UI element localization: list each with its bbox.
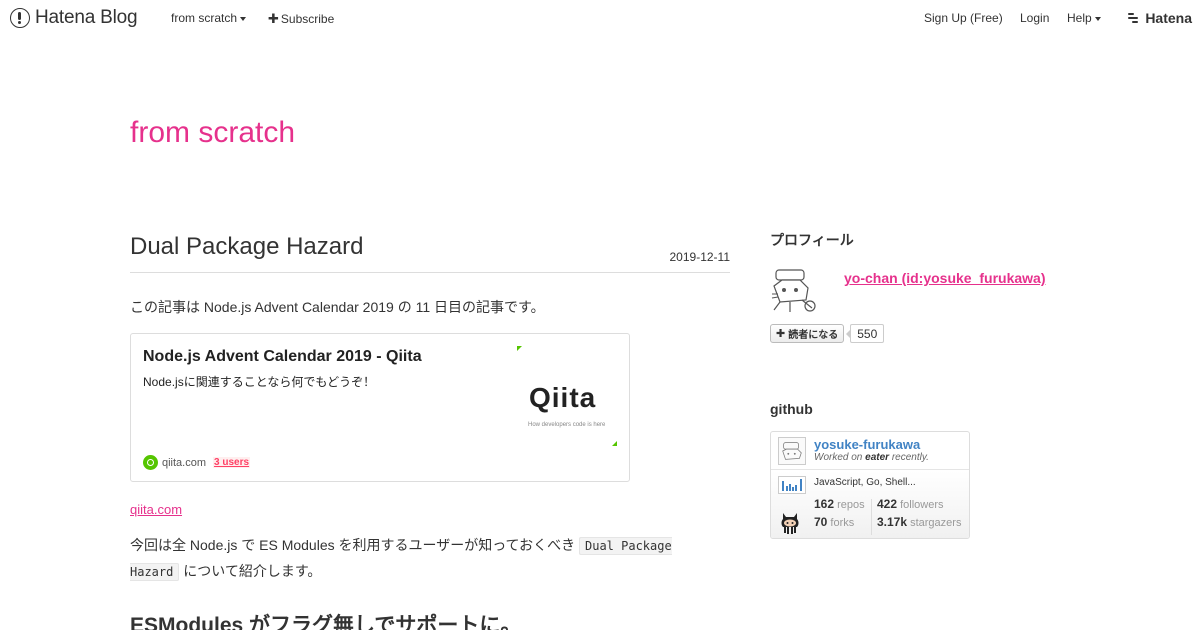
hatena-blog-icon [10,8,30,28]
chevron-down-icon [1094,16,1101,21]
signup-link[interactable]: Sign Up (Free) [924,11,1003,25]
profile-name-link[interactable]: yo-chan (id:yosuke_furukawa) [844,270,1046,286]
activity-graph-icon [778,476,806,494]
card-description: Node.jsに関連することなら何でもどうぞ！ [143,375,376,389]
followers-count: 422 [877,497,898,511]
thumbnail-corner [517,346,522,351]
worked-prefix: Worked on [814,452,866,463]
embed-card[interactable]: Node.js Advent Calendar 2019 - Qiita Nod… [130,333,630,482]
entry-paragraph: 今回は全 Node.js で ES Modules を利用するユーザーが知ってお… [130,533,700,585]
card-thumbnail[interactable]: Qiita How developers code is here [517,346,617,446]
subscribe-row: ✚ 読者になる 550 [770,324,1070,343]
forks-count: 70 [814,515,828,529]
qiita-tagline: How developers code is here [528,422,606,428]
chevron-down-icon [240,16,247,21]
qiita-logo: Qiita [529,382,597,413]
hatena-link[interactable]: Hatena [1128,10,1192,26]
hatena-icon [1128,11,1142,25]
blog-menu-label: from scratch [171,11,238,25]
github-user-row: yosuke-furukawa Worked on eater recently… [771,432,969,470]
entry: Dual Package Hazard 2019-12-11 この記事は Nod… [130,232,730,630]
paragraph-text: 今回は全 Node.js で ES Modules を利用するユーザーが知ってお… [130,537,579,553]
stargazers-count: 3.17k [877,515,908,529]
forks-stat[interactable]: 70 forks [814,515,854,529]
avatar[interactable] [770,266,818,314]
repos-count: 162 [814,497,835,511]
help-label: Help [1067,11,1092,25]
stargazers-stat[interactable]: 3.17k stargazers [877,515,961,529]
github-languages: JavaScript, Go, Shell... [814,477,916,488]
reader-subscribe-button[interactable]: ✚ 読者になる [770,324,845,343]
paragraph-text: について紹介します。 [179,563,322,579]
subscriber-count[interactable]: 550 [846,324,885,343]
entry-date[interactable]: 2019-12-11 [670,250,731,264]
hatena-label: Hatena [1145,10,1192,26]
stats-divider [871,499,872,535]
global-header: Hatena Blog from scratch ✚ Subscribe Sign… [0,0,1200,36]
entry-intro: この記事は Node.js Advent Calendar 2019 の 11 … [130,299,545,315]
login-link[interactable]: Login [1020,11,1049,25]
github-heading: github [770,401,813,417]
sidebar: プロフィール yo-chan (id:yosuke_furukawa) ✚ 読者に… [770,230,1070,539]
followers-label: followers [900,499,944,511]
divider [130,272,730,273]
github-recent-activity: Worked on eater recently. [814,452,929,463]
help-menu[interactable]: Help [1067,11,1101,25]
section-heading: ESModules がフラグ無しでサポートに。 [130,614,522,630]
blog-title[interactable]: from scratch [130,116,295,150]
card-footer: qiita.com 3 users [143,455,251,470]
worked-suffix: recently. [889,452,929,463]
github-username-link[interactable]: yosuke-furukawa [814,437,920,452]
logo-text: Hatena Blog [35,7,138,28]
followers-stat[interactable]: 422 followers [877,497,944,511]
card-title[interactable]: Node.js Advent Calendar 2019 - Qiita [143,348,422,366]
repos-stat[interactable]: 162 repos [814,497,865,511]
forks-label: forks [830,517,855,529]
github-badge[interactable]: yosuke-furukawa Worked on eater recently… [770,431,970,539]
worked-repo-link[interactable]: eater [865,452,889,463]
entry-title[interactable]: Dual Package Hazard [130,232,730,272]
subscribe-label: Subscribe [280,12,335,26]
qiita-favicon-icon [143,455,158,470]
reader-subscribe-label: 読者になる [788,330,839,341]
profile-module: yo-chan (id:yosuke_furukawa) [770,264,1070,324]
source-link[interactable]: qiita.com [130,502,730,517]
plus-icon: ✚ [268,11,279,26]
repos-label: repos [837,499,865,511]
plus-icon: ✚ [776,328,786,340]
octocat-icon [781,513,799,534]
github-stats-area: JavaScript, Go, Shell... 162 repos 422 f… [771,471,969,538]
subscribe-button[interactable]: ✚ Subscribe [268,11,334,27]
card-domain[interactable]: qiita.com [162,457,206,469]
github-avatar[interactable] [778,437,806,465]
profile-heading: プロフィール [770,232,854,248]
hatena-blog-logo[interactable]: Hatena Blog [10,6,138,30]
blog-menu[interactable]: from scratch [171,11,247,25]
stargazers-label: stargazers [910,517,962,529]
bookmark-users-link[interactable]: 3 users [213,457,251,468]
thumbnail-corner [612,441,617,446]
